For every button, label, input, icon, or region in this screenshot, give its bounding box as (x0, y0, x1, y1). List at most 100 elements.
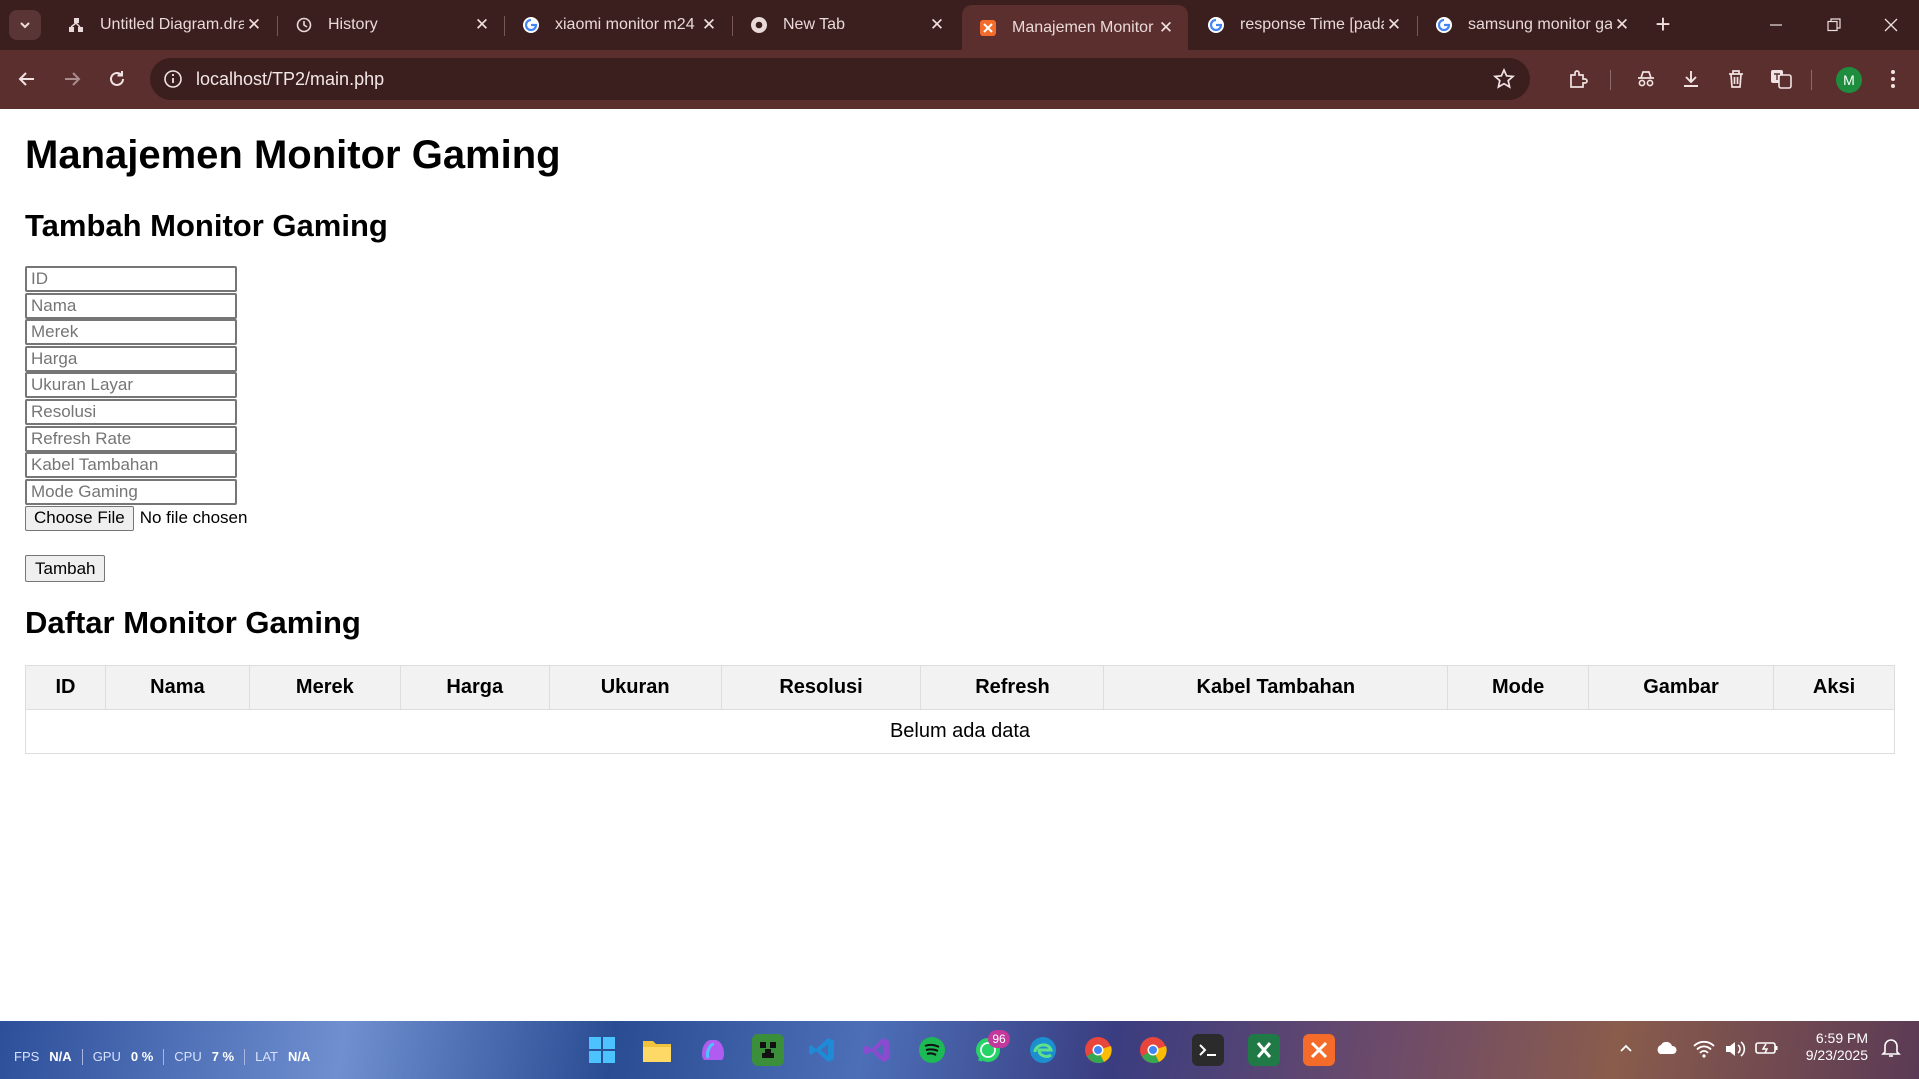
tab-samsung-search[interactable]: samsung monitor gaming ✕ (1418, 7, 1644, 43)
lat-label: LAT (255, 1049, 279, 1064)
excel-icon[interactable] (1248, 1034, 1280, 1066)
toolbar-divider (1811, 70, 1812, 90)
table-row: Belum ada data (25, 709, 1895, 754)
trash-extension-button[interactable] (1720, 63, 1752, 95)
chevron-down-icon (20, 22, 30, 29)
cpu-value: 7 % (211, 1049, 235, 1064)
page-title: Manajemen Monitor Gaming (25, 133, 561, 177)
volume-icon[interactable] (1724, 1040, 1746, 1063)
gpu-label: GPU (92, 1049, 121, 1064)
close-icon[interactable]: ✕ (1156, 18, 1176, 38)
tab-drawio[interactable]: Untitled Diagram.drawio ✕ (50, 7, 276, 43)
refresh-rate-input[interactable] (25, 425, 237, 452)
table-header-row: ID Nama Merek Harga Ukuran Resolusi Refr… (25, 665, 1895, 710)
resolusi-input[interactable] (25, 398, 237, 425)
incognito-button[interactable] (1630, 63, 1662, 95)
choose-file-button[interactable]: Choose File (25, 505, 134, 531)
windows-start-icon[interactable] (586, 1034, 618, 1066)
notifications-button[interactable] (1880, 1036, 1902, 1063)
tab-new-tab[interactable]: New Tab ✕ (733, 7, 959, 43)
close-window-button[interactable] (1871, 8, 1911, 42)
file-upload-row: Choose File No file chosen (25, 505, 247, 531)
mode-gaming-input[interactable] (25, 478, 237, 505)
address-bar[interactable]: localhost/TP2/main.php (150, 58, 1530, 100)
arrow-left-icon (18, 72, 34, 86)
tab-strip: Untitled Diagram.drawio ✕ History ✕ xiao… (0, 0, 1919, 50)
close-icon[interactable]: ✕ (472, 15, 492, 35)
column-header-gambar: Gambar (1588, 665, 1774, 710)
google-icon (521, 15, 541, 35)
harga-input[interactable] (25, 345, 237, 372)
column-header-ukuran: Ukuran (548, 665, 722, 710)
new-tab-button[interactable]: + (1648, 10, 1678, 40)
column-header-mode: Mode (1447, 665, 1590, 710)
xampp-icon[interactable] (1303, 1034, 1335, 1066)
google-icon (1206, 15, 1226, 35)
chrome-profile-icon[interactable] (1137, 1034, 1169, 1066)
minimize-icon (1770, 24, 1782, 26)
minecraft-icon[interactable] (752, 1034, 784, 1066)
site-info-icon[interactable] (162, 68, 184, 90)
clock-time: 6:59 PM (1815, 1030, 1868, 1046)
show-hidden-icons-button[interactable] (1618, 1040, 1634, 1061)
download-icon (1684, 71, 1698, 87)
chrome-menu-button[interactable] (1877, 63, 1909, 95)
column-header-id: ID (25, 665, 106, 710)
downloads-button[interactable] (1675, 63, 1707, 95)
close-icon[interactable]: ✕ (699, 15, 719, 35)
kabel-tambahan-input[interactable] (25, 452, 237, 479)
tab-title: Manajemen Monitor Gaming (1012, 18, 1156, 36)
wifi-icon[interactable] (1693, 1040, 1715, 1063)
tab-manajemen-monitor[interactable]: Manajemen Monitor Gaming ✕ (962, 5, 1188, 50)
merek-input[interactable] (25, 319, 237, 346)
whatsapp-notification-badge: 96 (988, 1030, 1010, 1048)
minimize-button[interactable] (1756, 8, 1796, 42)
close-icon[interactable]: ✕ (1384, 15, 1404, 35)
forward-button[interactable] (56, 63, 88, 95)
column-header-refresh: Refresh (920, 665, 1105, 710)
back-button[interactable] (11, 63, 43, 95)
close-icon[interactable]: ✕ (927, 15, 947, 35)
file-explorer-icon[interactable] (641, 1034, 673, 1066)
chevron-up-icon (1620, 1044, 1632, 1052)
tab-xiaomi-search[interactable]: xiaomi monitor m24 ✕ (505, 7, 731, 43)
column-header-nama: Nama (104, 665, 250, 710)
onedrive-icon[interactable] (1654, 1040, 1678, 1061)
tab-search-button[interactable] (9, 10, 41, 40)
nama-input[interactable] (25, 292, 237, 319)
add-monitor-form: Choose File No file chosen (25, 266, 247, 531)
battery-icon[interactable] (1755, 1040, 1779, 1061)
url-text[interactable]: localhost/TP2/main.php (196, 69, 384, 90)
tab-title: Untitled Diagram.drawio (100, 16, 244, 33)
fps-value: N/A (49, 1049, 72, 1064)
puzzle-icon (1570, 70, 1588, 88)
tab-history[interactable]: History ✕ (278, 7, 504, 43)
tab-title: xiaomi monitor m24 (555, 16, 695, 33)
profile-avatar[interactable]: M (1836, 67, 1862, 93)
tab-response-time[interactable]: response Time [pada ✕ (1190, 7, 1416, 43)
restore-button[interactable] (1814, 8, 1854, 42)
taskbar-clock[interactable]: 6:59 PM 9/23/2025 (1786, 1030, 1868, 1064)
tab-title: History (328, 16, 378, 33)
page-content: Manajemen Monitor Gaming Tambah Monitor … (0, 109, 1919, 1021)
spotify-icon[interactable] (916, 1034, 948, 1066)
extensions-button[interactable] (1562, 63, 1594, 95)
reload-button[interactable] (101, 63, 133, 95)
ukuran-layar-input[interactable] (25, 372, 237, 399)
edge-icon[interactable] (1027, 1034, 1059, 1066)
chrome-icon[interactable] (1082, 1034, 1114, 1066)
visual-studio-icon[interactable] (861, 1034, 893, 1066)
close-icon[interactable]: ✕ (1612, 15, 1632, 35)
close-icon[interactable]: ✕ (244, 15, 264, 35)
terminal-icon[interactable] (1192, 1034, 1224, 1066)
performance-overlay: FPS N/A GPU 0 % CPU 7 % LAT N/A (14, 1049, 310, 1065)
bookmark-star-icon[interactable] (1492, 67, 1516, 91)
copilot-icon[interactable] (697, 1034, 729, 1066)
id-input[interactable] (25, 266, 237, 292)
toolbar-divider (1610, 70, 1611, 90)
column-header-harga: Harga (399, 665, 550, 710)
cpu-label: CPU (174, 1049, 202, 1064)
tambah-button[interactable]: Tambah (25, 555, 106, 582)
translate-button[interactable] (1765, 63, 1797, 95)
vscode-icon[interactable] (806, 1034, 838, 1066)
